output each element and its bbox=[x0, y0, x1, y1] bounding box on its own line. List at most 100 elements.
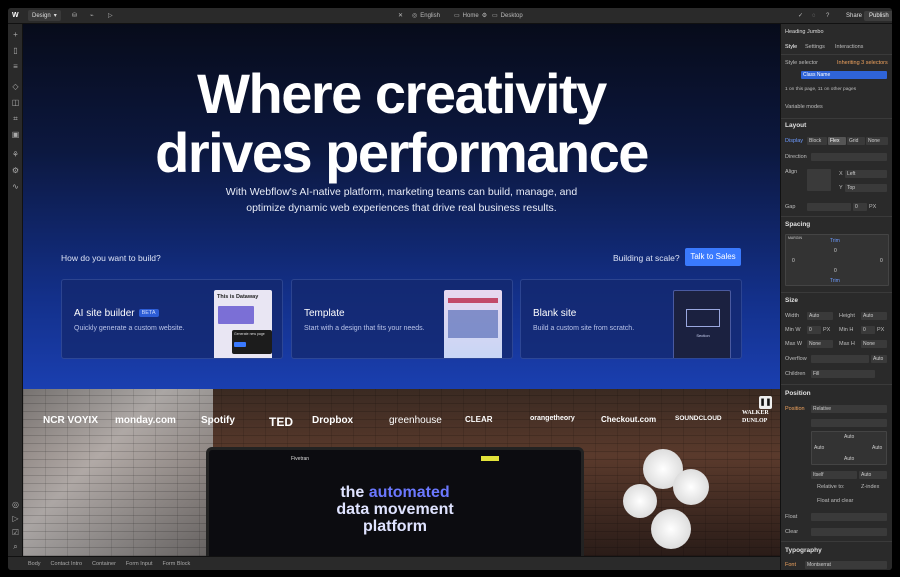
direction-control[interactable] bbox=[811, 153, 887, 161]
help-icon[interactable]: ? bbox=[826, 13, 829, 19]
margin-right[interactable]: 0 bbox=[880, 257, 883, 265]
check-icon[interactable]: ✓ bbox=[798, 12, 803, 19]
cms-icon[interactable]: ⛁ bbox=[72, 12, 77, 19]
offset-bottom[interactable]: Auto bbox=[844, 455, 854, 463]
children-select[interactable]: Fill bbox=[811, 370, 875, 378]
min-h-unit[interactable]: PX bbox=[877, 327, 884, 333]
navigator-icon[interactable]: ≡ bbox=[11, 62, 20, 71]
clear-options[interactable] bbox=[811, 528, 887, 536]
breadcrumb-form-input[interactable]: Form Input bbox=[126, 561, 153, 567]
min-w-input[interactable]: 0 bbox=[807, 326, 821, 334]
breadcrumb-form-block[interactable]: Form Block bbox=[163, 561, 191, 567]
share-button[interactable]: Share bbox=[842, 11, 866, 21]
padding-bottom[interactable]: 0 bbox=[834, 267, 837, 275]
publish-button[interactable]: Publish bbox=[864, 10, 892, 21]
display-flex[interactable]: Flex bbox=[828, 137, 846, 145]
pause-button[interactable]: ❚❚ bbox=[759, 396, 772, 409]
spacing-box-model[interactable]: MARGIN Trim 0 0 0 0 Trim bbox=[785, 234, 889, 286]
tab-settings[interactable]: Settings bbox=[805, 44, 825, 50]
breadcrumb-contact-intro[interactable]: Contact Intro bbox=[51, 561, 83, 567]
align-y-select[interactable]: Top bbox=[845, 184, 887, 192]
width-input[interactable]: Auto bbox=[807, 312, 833, 320]
video-icon[interactable]: ▷ bbox=[11, 514, 20, 523]
zindex-input[interactable]: Auto bbox=[859, 471, 887, 479]
layout-heading[interactable]: Layout bbox=[785, 122, 806, 129]
min-w-unit[interactable]: PX bbox=[823, 327, 830, 333]
align-x-select[interactable]: Left bbox=[845, 170, 887, 178]
divider bbox=[781, 54, 892, 55]
card-title: Template bbox=[304, 308, 345, 319]
page-selector[interactable]: ▭ Home ⚙ bbox=[454, 12, 487, 20]
assets-icon[interactable]: ▣ bbox=[11, 130, 20, 139]
overflow-auto[interactable]: Auto bbox=[871, 355, 887, 363]
spacing-heading[interactable]: Spacing bbox=[785, 221, 810, 228]
variable-modes-label[interactable]: Variable modes bbox=[785, 104, 823, 110]
relative-to-select[interactable]: Itself bbox=[811, 471, 857, 479]
height-input[interactable]: Auto bbox=[861, 312, 887, 320]
close-x-icon[interactable]: ✕ bbox=[398, 12, 403, 19]
class-name-selector[interactable]: Class Name bbox=[801, 71, 887, 79]
tab-style[interactable]: Style bbox=[785, 44, 797, 50]
monitor-word-automated: automated bbox=[368, 484, 450, 501]
tab-interactions[interactable]: Interactions bbox=[835, 44, 863, 50]
display-grid[interactable]: Grid bbox=[847, 137, 865, 145]
locale-selector[interactable]: ◎ English bbox=[412, 12, 440, 20]
talk-to-sales-button[interactable]: Talk to Sales bbox=[685, 248, 741, 266]
divider bbox=[781, 216, 892, 217]
overflow-options[interactable] bbox=[811, 355, 869, 363]
float-options[interactable] bbox=[811, 513, 887, 521]
breadcrumb-container[interactable]: Container bbox=[92, 561, 116, 567]
pages-icon[interactable]: ▯ bbox=[11, 46, 20, 55]
position-offsets[interactable]: Auto Auto Auto Auto bbox=[811, 431, 887, 465]
variables-icon[interactable]: ◫ bbox=[11, 98, 20, 107]
margin-left[interactable]: 0 bbox=[792, 257, 795, 265]
float-clear-toggle[interactable]: Float and clear bbox=[817, 498, 853, 504]
max-h-input[interactable]: None bbox=[861, 340, 887, 348]
heading-jumbo[interactable]: Where creativity drives performance bbox=[23, 64, 780, 182]
design-canvas[interactable]: Where creativity drives performance With … bbox=[23, 24, 780, 556]
breadcrumb-body[interactable]: Body bbox=[28, 561, 41, 567]
webflow-logo[interactable]: W bbox=[12, 12, 19, 19]
offset-right[interactable]: Auto bbox=[872, 444, 882, 452]
inheriting-label[interactable]: Inheriting 3 selectors bbox=[837, 60, 888, 66]
audit-icon[interactable]: ∿ bbox=[11, 182, 20, 191]
size-heading[interactable]: Size bbox=[785, 297, 798, 304]
divider bbox=[781, 541, 892, 542]
help-circle-icon[interactable]: ◎ bbox=[11, 500, 20, 509]
gap-value[interactable]: 0 bbox=[853, 203, 867, 211]
card-template[interactable]: Template Start with a design that fits y… bbox=[291, 279, 513, 359]
add-icon[interactable]: + bbox=[11, 30, 20, 39]
font-select[interactable]: Montserrat bbox=[805, 561, 887, 569]
position-presets[interactable] bbox=[811, 419, 887, 427]
breakpoint-selector[interactable]: ▭ Desktop bbox=[492, 12, 523, 20]
min-h-input[interactable]: 0 bbox=[861, 326, 875, 334]
checklist-icon[interactable]: ☑ bbox=[11, 528, 20, 537]
display-none[interactable]: None bbox=[866, 137, 888, 145]
analyze-icon[interactable]: ⌁ bbox=[90, 12, 94, 19]
card-ai-site-builder[interactable]: AI site builder BETA Quickly generate a c… bbox=[61, 279, 283, 359]
padding-top[interactable]: 0 bbox=[834, 247, 837, 255]
offset-top[interactable]: Auto bbox=[844, 433, 854, 441]
margin-top-trim[interactable]: Trim bbox=[830, 237, 840, 245]
position-heading[interactable]: Position bbox=[785, 390, 811, 397]
display-label: Display bbox=[785, 138, 804, 144]
offset-left[interactable]: Auto bbox=[814, 444, 824, 452]
card-blank-site[interactable]: Blank site Build a custom site from scra… bbox=[520, 279, 742, 359]
settings-icon[interactable]: ⚙ bbox=[11, 166, 20, 175]
mode-selector[interactable]: Design ▾ bbox=[28, 10, 61, 21]
components-icon[interactable]: ◇ bbox=[11, 82, 20, 91]
preview-play-icon[interactable]: ▷ bbox=[108, 12, 113, 19]
styles-icon[interactable]: ⌗ bbox=[11, 114, 20, 123]
position-select[interactable]: Relative bbox=[811, 405, 887, 413]
margin-bottom-trim[interactable]: Trim bbox=[830, 277, 840, 285]
search-icon[interactable]: ⌕ bbox=[11, 542, 20, 551]
thumb-image bbox=[448, 310, 498, 338]
gap-slider[interactable] bbox=[807, 203, 851, 211]
max-w-input[interactable]: None bbox=[807, 340, 833, 348]
comments-icon[interactable]: ◌ bbox=[812, 13, 816, 19]
align-grid[interactable] bbox=[807, 169, 831, 191]
apps-icon[interactable]: ⚘ bbox=[11, 150, 20, 159]
display-block[interactable]: Block bbox=[807, 137, 827, 145]
typography-heading[interactable]: Typography bbox=[785, 547, 822, 554]
gap-unit[interactable]: PX bbox=[869, 204, 876, 210]
